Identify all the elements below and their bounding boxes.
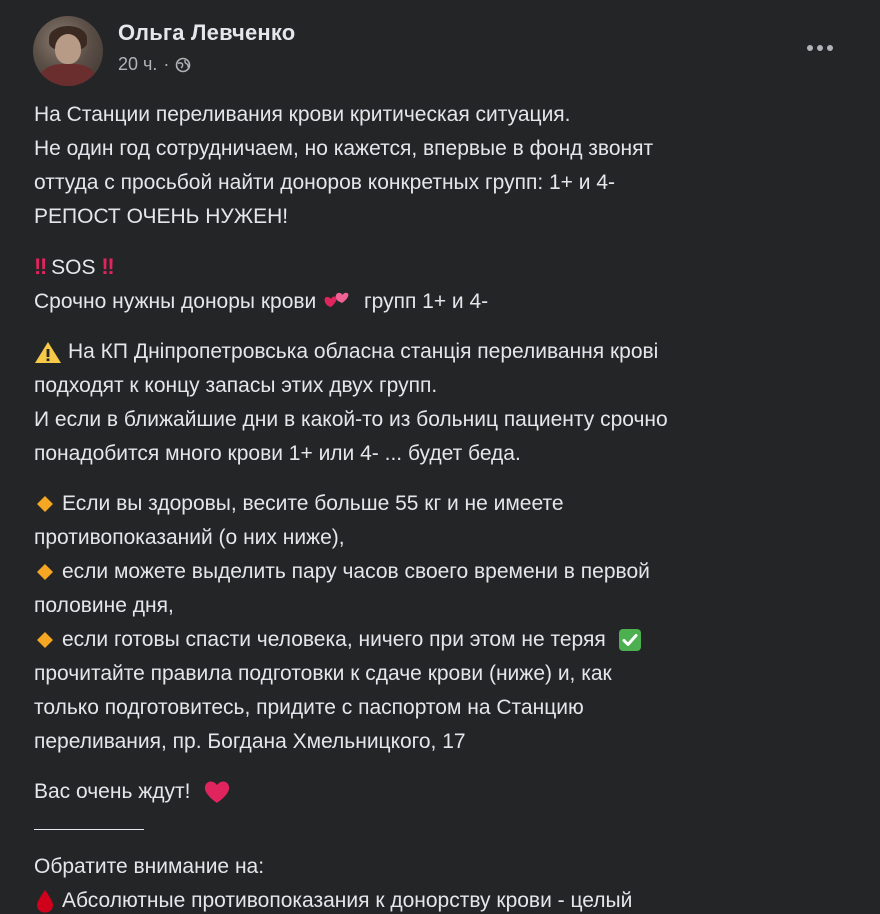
warning-line: На КП Дніпропетровська обласна станція п… xyxy=(34,335,834,369)
condition-line: Если вы здоровы, весите больше 55 кг и н… xyxy=(34,487,834,521)
text-line: оттуда с просьбой найти доноров конкретн… xyxy=(34,171,616,194)
meta-separator: · xyxy=(163,54,170,74)
paragraph-conditions: Если вы здоровы, весите больше 55 кг и н… xyxy=(34,487,834,759)
paragraph-waiting: Вас очень ждут! xyxy=(34,775,834,809)
author-avatar[interactable] xyxy=(33,16,103,86)
waiting-line: Вас очень ждут! xyxy=(34,775,834,809)
facebook-post: Ольга Левченко 20 ч. · На Станции перели… xyxy=(0,0,880,914)
two-hearts-icon xyxy=(324,293,349,308)
red-heart-icon xyxy=(205,781,230,804)
text-line: РЕПОСТ ОЧЕНЬ НУЖЕН! xyxy=(34,205,289,228)
text-line: подходят к концу запасы этих двух групп. xyxy=(34,374,438,397)
double-exclamation-icon: ‼ xyxy=(34,254,47,279)
sos-text: SOS xyxy=(51,256,96,279)
text-line: Не один год сотрудничаем, но кажется, вп… xyxy=(34,137,654,160)
contraindication-text: Абсолютные противопоказания к донорству … xyxy=(62,889,633,912)
divider-line xyxy=(34,829,144,830)
sos-line: ‼ SOS ‼ xyxy=(34,250,834,285)
text-line: переливания, пр. Богдана Хмельницкого, 1… xyxy=(34,730,466,753)
author-name[interactable]: Ольга Левченко xyxy=(118,20,295,46)
paragraph-notice: Обратите внимание на: Абсолютные противо… xyxy=(34,850,834,914)
post-text: На Станции переливания крови критическая… xyxy=(34,98,834,914)
text-line: противопоказаний (о них ниже), xyxy=(34,526,345,549)
post-time[interactable]: 20 ч. xyxy=(118,54,157,75)
paragraph-warning: На КП Дніпропетровська обласна станція п… xyxy=(34,335,834,471)
globe-icon[interactable] xyxy=(175,57,191,73)
condition-text: если можете выделить пару часов своего в… xyxy=(62,560,650,583)
more-options-icon[interactable] xyxy=(804,34,836,62)
post-meta: 20 ч. · xyxy=(118,54,191,75)
text-line: половине дня, xyxy=(34,594,174,617)
paragraph-sos: ‼ SOS ‼ Срочно нужны доноры крови групп … xyxy=(34,250,834,319)
contraindication-line: Абсолютные противопоказания к донорству … xyxy=(34,884,834,914)
urgent-text-start: Срочно нужны доноры крови xyxy=(34,290,317,313)
text-line: понадобится много крови 1+ или 4- ... бу… xyxy=(34,442,521,465)
waiting-text: Вас очень ждут! xyxy=(34,780,191,803)
text-line: На Станции переливания крови критическая… xyxy=(34,103,571,126)
orange-diamond-icon xyxy=(37,564,53,581)
orange-diamond-icon xyxy=(37,496,53,513)
double-exclamation-icon: ‼ xyxy=(101,254,114,279)
check-mark-icon xyxy=(618,629,641,652)
warning-text: На КП Дніпропетровська обласна станція п… xyxy=(68,340,659,363)
paragraph-intro: На Станции переливания крови критическая… xyxy=(34,98,834,234)
notice-title: Обратите внимание на: xyxy=(34,855,265,878)
warning-icon xyxy=(35,342,61,364)
orange-diamond-icon xyxy=(37,632,53,649)
condition-line: если можете выделить пару часов своего в… xyxy=(34,555,834,589)
text-line: прочитайте правила подготовки к сдаче кр… xyxy=(34,662,612,685)
text-line: И если в ближайшие дни в какой-то из бол… xyxy=(34,408,668,431)
urgent-line: Срочно нужны доноры крови групп 1+ и 4- xyxy=(34,285,834,319)
blood-drop-icon xyxy=(37,890,53,913)
condition-text: Если вы здоровы, весите больше 55 кг и н… xyxy=(62,492,564,515)
text-line: только подготовитесь, придите с паспорто… xyxy=(34,696,584,719)
urgent-text-end: групп 1+ и 4- xyxy=(363,290,489,313)
condition-text: если готовы спасти человека, ничего при … xyxy=(62,628,606,651)
condition-line: если готовы спасти человека, ничего при … xyxy=(34,623,834,657)
